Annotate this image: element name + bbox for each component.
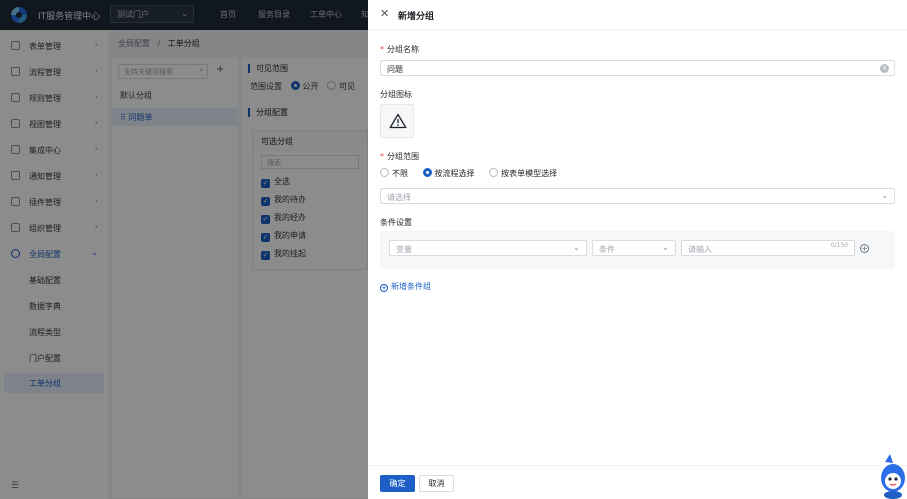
chevron-down-icon: ⌄ xyxy=(573,243,580,252)
char-count: 0/150 xyxy=(830,242,848,249)
group-icon-label: 分组图标 xyxy=(380,90,412,99)
drawer-header: ✕ 新增分组 xyxy=(368,0,907,30)
clear-icon[interactable]: × xyxy=(880,64,889,73)
group-scope-label-text: 分组范围 xyxy=(387,152,419,161)
new-group-drawer: ✕ 新增分组 * 分组名称 问题 × 分组图标 * 分组范围 不限 按流程选择 按表… xyxy=(368,0,907,499)
group-scope-label: * 分组范围 xyxy=(380,151,419,162)
drawer-footer: 确定 取消 xyxy=(368,465,907,499)
condition-group: 变量 ⌄ 条件 ⌄ 请输入 0/150 + xyxy=(380,231,895,269)
group-name-input[interactable]: 问题 × xyxy=(380,60,895,76)
close-icon[interactable]: ✕ xyxy=(380,7,389,20)
assistant-mascot-icon[interactable] xyxy=(877,452,907,499)
cancel-button[interactable]: 取消 xyxy=(419,475,454,492)
plus-circle-icon: + xyxy=(380,284,388,292)
add-condition-row-icon[interactable]: + xyxy=(860,244,869,253)
radio-by-process[interactable] xyxy=(422,168,432,177)
condition-variable-select[interactable]: 变量 ⌄ xyxy=(389,240,587,256)
variable-placeholder: 变量 xyxy=(396,245,412,254)
process-select[interactable]: 请选择 ⌄ xyxy=(380,188,895,204)
group-icon-picker[interactable] xyxy=(380,104,414,138)
chevron-down-icon: ⌄ xyxy=(881,191,888,200)
radio-unlimited-label: 不限 xyxy=(392,169,408,178)
drawer-title: 新增分组 xyxy=(398,12,435,22)
warning-icon xyxy=(389,113,407,129)
condition-value-input[interactable]: 请输入 0/150 xyxy=(681,240,855,256)
add-condition-group-label: 新增条件组 xyxy=(391,282,431,291)
process-select-placeholder: 请选择 xyxy=(387,193,411,202)
group-scope-radios: 不限 按流程选择 按表单模型选择 xyxy=(380,168,569,179)
radio-by-process-label: 按流程选择 xyxy=(434,169,475,178)
radio-unlimited[interactable] xyxy=(380,168,389,177)
modal-overlay[interactable] xyxy=(0,0,368,499)
add-condition-group-button[interactable]: + 新增条件组 xyxy=(380,281,431,292)
group-name-label-text: 分组名称 xyxy=(387,45,419,54)
value-placeholder: 请输入 xyxy=(688,245,712,254)
group-name-label: * 分组名称 xyxy=(380,44,419,55)
confirm-button[interactable]: 确定 xyxy=(380,475,415,492)
group-name-value: 问题 xyxy=(387,65,403,74)
required-mark: * xyxy=(380,152,384,161)
radio-by-form-model[interactable] xyxy=(489,168,499,177)
chevron-down-icon: ⌄ xyxy=(662,243,669,252)
condition-operator-select[interactable]: 条件 ⌄ xyxy=(592,240,676,256)
condition-label: 条件设置 xyxy=(380,218,412,227)
operator-placeholder: 条件 xyxy=(599,245,615,254)
required-mark: * xyxy=(380,45,384,54)
radio-by-form-model-label: 按表单模型选择 xyxy=(501,169,558,178)
